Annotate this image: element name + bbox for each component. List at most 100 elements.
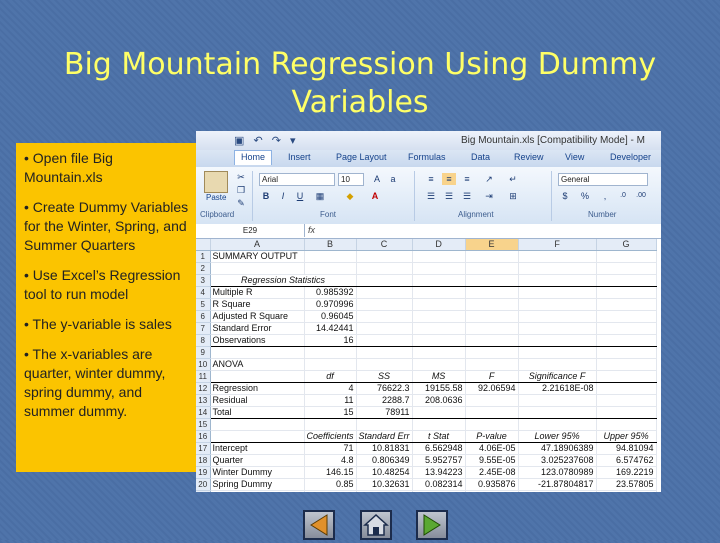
- sheet-cell[interactable]: [356, 358, 413, 371]
- sheet-cell[interactable]: [596, 298, 657, 311]
- sheet-cell[interactable]: [356, 418, 413, 431]
- sheet-cell[interactable]: [465, 346, 519, 359]
- row-header[interactable]: 9: [196, 346, 211, 359]
- paste-button[interactable]: Paste: [206, 193, 226, 202]
- tab-view[interactable]: View: [565, 152, 584, 162]
- sheet-cell[interactable]: [518, 394, 597, 407]
- sheet-cell[interactable]: [412, 274, 466, 287]
- sheet-cell[interactable]: 0.970996: [304, 298, 357, 311]
- sheet-cell[interactable]: 47.18906389: [518, 442, 597, 455]
- row-header[interactable]: 13: [196, 394, 211, 407]
- row-header[interactable]: 2: [196, 262, 211, 275]
- tab-home[interactable]: Home: [234, 150, 273, 165]
- sheet-cell[interactable]: [518, 322, 597, 335]
- sheet-cell[interactable]: 3.025237608: [518, 454, 597, 467]
- align-center-icon[interactable]: ☰: [442, 190, 456, 202]
- sheet-cell[interactable]: 4: [304, 382, 357, 395]
- sheet-cell[interactable]: [210, 430, 305, 443]
- column-header[interactable]: E: [465, 239, 519, 251]
- sheet-cell[interactable]: 14.42441: [304, 322, 357, 335]
- sheet-cell[interactable]: Residual: [210, 394, 305, 407]
- sheet-cell[interactable]: Standard Error: [210, 322, 305, 335]
- sheet-cell[interactable]: [518, 262, 597, 275]
- sheet-cell[interactable]: 123.0780989: [518, 466, 597, 479]
- sheet-cell[interactable]: [518, 334, 597, 347]
- row-header[interactable]: 5: [196, 298, 211, 311]
- tab-insert[interactable]: Insert: [288, 152, 311, 162]
- sheet-cell[interactable]: 9.55E-05: [465, 454, 519, 467]
- sheet-cell[interactable]: [518, 286, 597, 299]
- sheet-cell[interactable]: [518, 250, 597, 263]
- align-right-icon[interactable]: ☰: [460, 190, 474, 202]
- font-color-icon[interactable]: A: [368, 190, 382, 202]
- tab-formulas[interactable]: Formulas: [408, 152, 446, 162]
- shrink-font-icon[interactable]: a: [386, 173, 400, 185]
- sheet-cell[interactable]: 4.06E-05: [465, 442, 519, 455]
- sheet-cell[interactable]: [304, 250, 357, 263]
- sheet-cell[interactable]: df: [304, 370, 357, 383]
- sheet-cell[interactable]: 12.39319: [412, 490, 466, 492]
- row-header[interactable]: 6: [196, 310, 211, 323]
- sheet-cell[interactable]: SUMMARY OUTPUT: [210, 250, 305, 263]
- decrease-decimal-icon[interactable]: .00: [634, 190, 648, 202]
- fill-color-icon[interactable]: ◆: [343, 190, 357, 202]
- sheet-cell[interactable]: [412, 250, 466, 263]
- row-header[interactable]: 21: [196, 490, 211, 492]
- sheet-cell[interactable]: [304, 262, 357, 275]
- sheet-cell[interactable]: Intercept: [210, 442, 305, 455]
- sheet-cell[interactable]: [210, 262, 305, 275]
- row-header[interactable]: 20: [196, 478, 211, 491]
- sheet-cell[interactable]: Summer Dummy: [210, 490, 305, 492]
- home-button[interactable]: [360, 510, 392, 540]
- sheet-cell[interactable]: [596, 334, 657, 347]
- column-header[interactable]: D: [412, 239, 466, 251]
- sheet-cell[interactable]: [596, 406, 657, 419]
- sheet-cell[interactable]: 23.57805: [596, 478, 657, 491]
- sheet-cell[interactable]: [356, 298, 413, 311]
- row-header[interactable]: 19: [196, 466, 211, 479]
- tab-developer[interactable]: Developer: [610, 152, 651, 162]
- wrap-text-icon[interactable]: ↵: [506, 173, 520, 185]
- sheet-cell[interactable]: R Square: [210, 298, 305, 311]
- column-header[interactable]: G: [596, 239, 657, 251]
- column-header[interactable]: C: [356, 239, 413, 251]
- sheet-cell[interactable]: 71: [304, 442, 357, 455]
- sheet-cell[interactable]: [304, 358, 357, 371]
- sheet-cell[interactable]: [465, 286, 519, 299]
- indent-icon[interactable]: ⇥: [482, 190, 496, 202]
- sheet-cell[interactable]: [596, 358, 657, 371]
- sheet-cell[interactable]: 146.15: [304, 466, 357, 479]
- sheet-cell[interactable]: Lower 95%: [518, 430, 597, 443]
- number-format-combo[interactable]: General: [558, 173, 648, 186]
- sheet-cell[interactable]: 15: [304, 406, 357, 419]
- underline-icon[interactable]: U: [293, 190, 307, 202]
- column-header[interactable]: F: [518, 239, 597, 251]
- column-header[interactable]: A: [210, 239, 305, 251]
- row-header[interactable]: 4: [196, 286, 211, 299]
- sheet-cell[interactable]: [596, 250, 657, 263]
- sheet-cell[interactable]: [412, 262, 466, 275]
- sheet-cell[interactable]: [210, 346, 305, 359]
- sheet-cell[interactable]: 0.935876: [465, 478, 519, 491]
- sheet-cell[interactable]: 5.952757: [412, 454, 466, 467]
- sheet-cell[interactable]: 10.48254: [356, 466, 413, 479]
- forward-button[interactable]: [416, 510, 448, 540]
- sheet-cell[interactable]: [465, 334, 519, 347]
- sheet-cell[interactable]: [356, 286, 413, 299]
- sheet-cell[interactable]: 92.06594: [465, 382, 519, 395]
- sheet-cell[interactable]: [356, 346, 413, 359]
- sheet-cell[interactable]: 126.8: [304, 490, 357, 492]
- align-left-icon[interactable]: ☰: [424, 190, 438, 202]
- sheet-cell[interactable]: [356, 250, 413, 263]
- sheet-cell[interactable]: 4.8: [304, 454, 357, 467]
- sheet-cell[interactable]: ANOVA: [210, 358, 305, 371]
- select-all-corner[interactable]: [196, 239, 211, 251]
- sheet-cell[interactable]: [596, 418, 657, 431]
- sheet-cell[interactable]: [596, 310, 657, 323]
- sheet-cell[interactable]: [518, 310, 597, 323]
- sheet-cell[interactable]: [412, 346, 466, 359]
- sheet-cell[interactable]: [356, 322, 413, 335]
- sheet-cell[interactable]: 2.21618E-08: [518, 382, 597, 395]
- sheet-cell[interactable]: 10.23142: [356, 490, 413, 492]
- sheet-cell[interactable]: [210, 370, 305, 383]
